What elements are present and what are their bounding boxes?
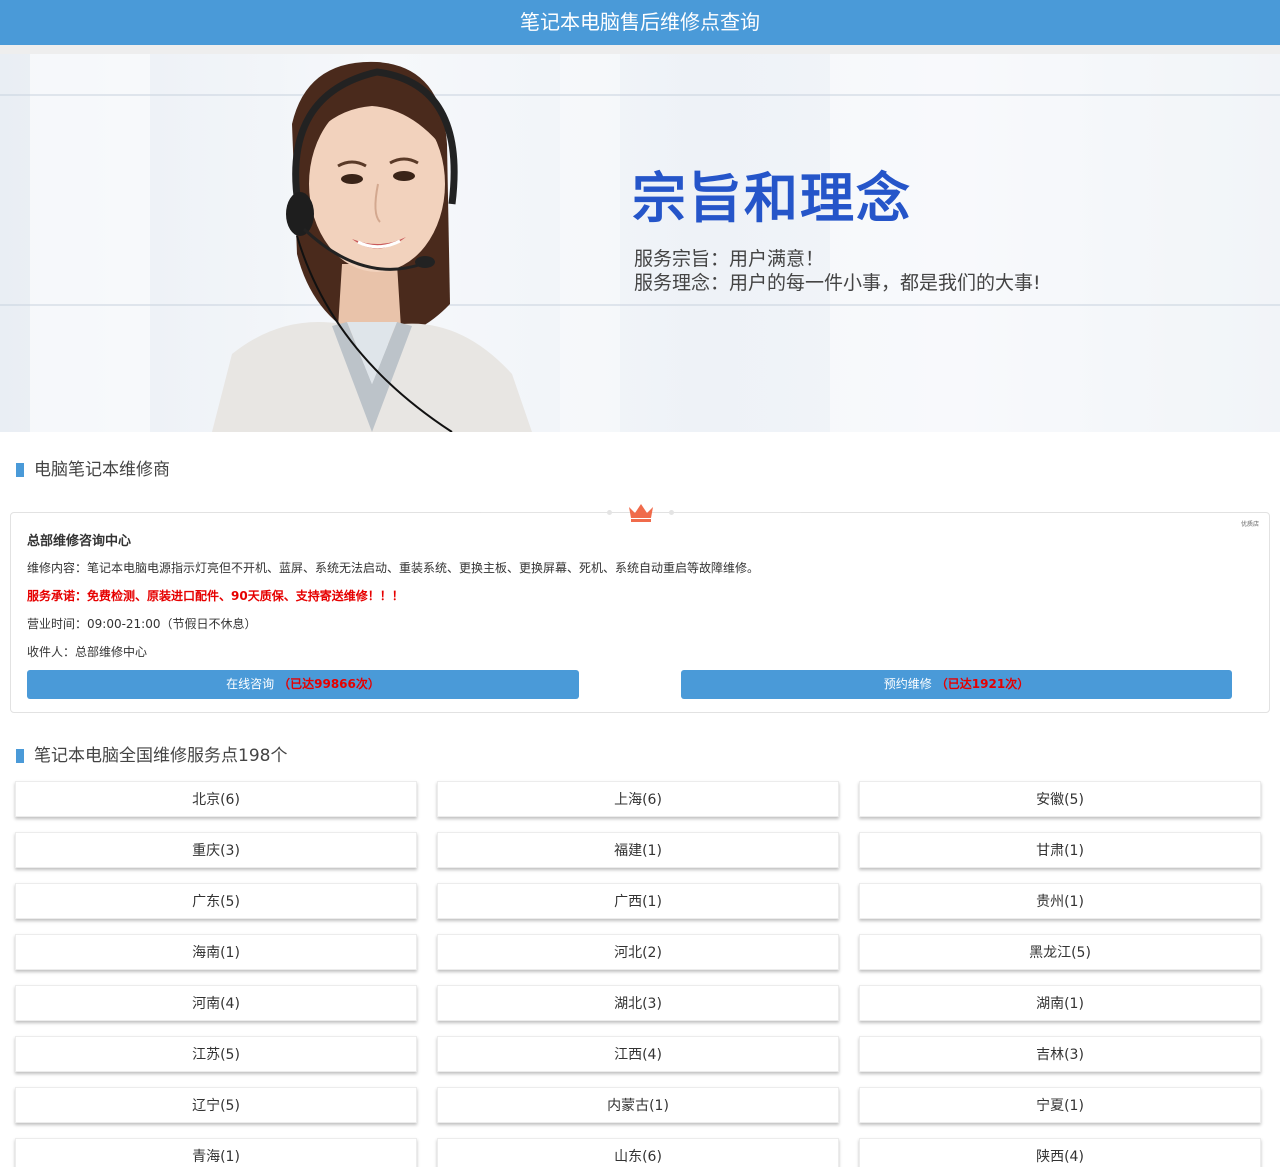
service-section-title: 笔记本电脑全国维修服务点198个	[16, 746, 287, 766]
book-repair-label: 预约维修	[883, 677, 932, 691]
province-link[interactable]: 贵州(1)	[859, 883, 1261, 919]
page-header: 笔记本电脑售后维修点查询	[0, 0, 1280, 45]
province-link[interactable]: 辽宁(5)	[15, 1087, 417, 1123]
province-link[interactable]: 陕西(4)	[859, 1138, 1261, 1167]
province-link[interactable]: 广东(5)	[15, 883, 417, 919]
province-link[interactable]: 河北(2)	[437, 934, 839, 970]
province-link[interactable]: 河南(4)	[15, 985, 417, 1021]
banner-heading: 宗旨和理念	[632, 167, 912, 230]
online-consult-count: （已达99866次）	[278, 677, 380, 691]
repair-shop-card: 优质店 总部维修咨询中心 维修内容：笔记本电脑电源指示灯亮但不开机、蓝屏、系统无…	[10, 504, 1270, 713]
province-link[interactable]: 吉林(3)	[859, 1036, 1261, 1072]
province-link[interactable]: 安徽(5)	[859, 781, 1261, 817]
service-promise: 服务承诺：免费检测、原装进口配件、90天质保、支持寄送维修！！！	[27, 589, 404, 603]
business-hours: 营业时间：09:00-21:00（节假日不休息）	[27, 617, 257, 631]
province-link[interactable]: 青海(1)	[15, 1138, 417, 1167]
shop-name: 总部维修咨询中心	[27, 534, 132, 549]
province-link[interactable]: 湖北(3)	[437, 985, 839, 1021]
province-link[interactable]: 福建(1)	[437, 832, 839, 868]
page-title: 笔记本电脑售后维修点查询	[520, 10, 760, 34]
online-consult-button[interactable]: 在线咨询 （已达99866次）	[27, 670, 579, 699]
hero-banner: 宗旨和理念 服务宗旨：用户满意！ 服务理念：用户的每一件小事，都是我们的大事!	[0, 54, 1280, 432]
province-link[interactable]: 内蒙古(1)	[437, 1087, 839, 1123]
crown-icon	[629, 504, 653, 522]
repair-section-title: 电脑笔记本维修商	[16, 460, 170, 480]
crown-decoration	[481, 501, 801, 525]
province-link[interactable]: 江西(4)	[437, 1036, 839, 1072]
header-divider	[0, 45, 1280, 54]
province-link[interactable]: 湖南(1)	[859, 985, 1261, 1021]
receiver: 收件人：总部维修中心	[27, 645, 148, 659]
province-link[interactable]: 山东(6)	[437, 1138, 839, 1167]
province-link[interactable]: 海南(1)	[15, 934, 417, 970]
province-link[interactable]: 江苏(5)	[15, 1036, 417, 1072]
quality-tag: 优质店	[1240, 521, 1259, 528]
book-repair-count: （已达1921次）	[935, 677, 1030, 691]
province-link[interactable]: 黑龙江(5)	[859, 934, 1261, 970]
support-agent-image	[212, 61, 532, 432]
banner-line-1: 服务宗旨：用户满意！	[634, 248, 825, 270]
book-repair-button[interactable]: 预约维修 （已达1921次）	[681, 670, 1232, 699]
province-link[interactable]: 重庆(3)	[15, 832, 417, 868]
repair-content: 维修内容：笔记本电脑电源指示灯亮但不开机、蓝屏、系统无法启动、重装系统、更换主板…	[27, 561, 760, 575]
province-link[interactable]: 宁夏(1)	[859, 1087, 1261, 1123]
online-consult-label: 在线咨询	[226, 677, 275, 691]
banner-line-2: 服务理念：用户的每一件小事，都是我们的大事!	[634, 272, 1041, 294]
province-link[interactable]: 广西(1)	[437, 883, 839, 919]
province-link[interactable]: 北京(6)	[15, 781, 417, 817]
province-link[interactable]: 甘肃(1)	[859, 832, 1261, 868]
province-link[interactable]: 上海(6)	[437, 781, 839, 817]
